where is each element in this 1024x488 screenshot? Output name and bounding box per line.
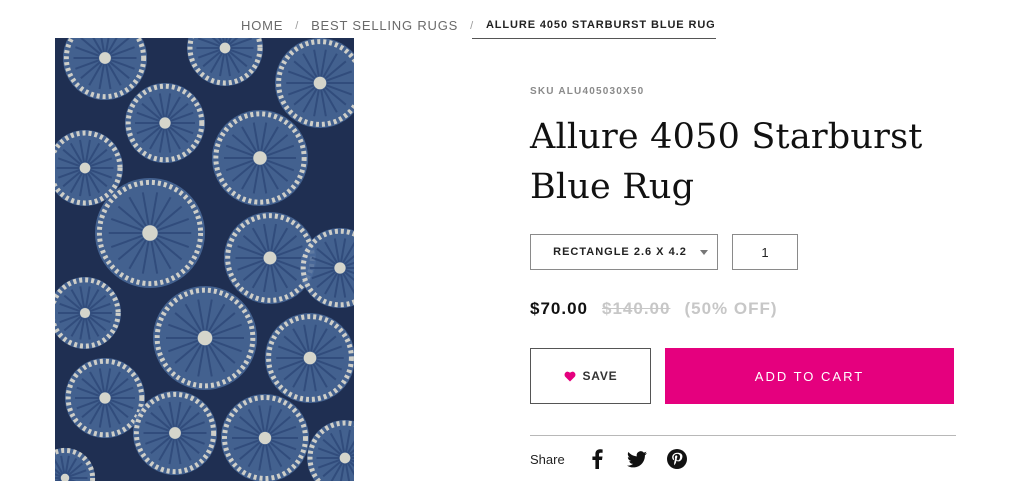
- rug-starburst: [221, 394, 309, 481]
- rug-image-pattern: [55, 38, 354, 481]
- rug-starburst: [55, 277, 121, 349]
- add-to-cart-label: ADD TO CART: [754, 368, 865, 384]
- price-row: $70.00 $140.00 (50% OFF): [530, 299, 778, 319]
- breadcrumb-best-selling-link[interactable]: BEST SELLING RUGS: [311, 18, 458, 33]
- breadcrumb: HOME / BEST SELLING RUGS / ALLURE 4050 S…: [241, 12, 716, 39]
- rug-starburst: [95, 178, 205, 288]
- rug-starburst: [153, 286, 257, 390]
- chevron-down-icon: [700, 250, 708, 255]
- breadcrumb-home-link[interactable]: HOME: [241, 18, 283, 33]
- save-button[interactable]: SAVE: [530, 348, 651, 404]
- rug-starburst: [275, 38, 354, 128]
- breadcrumb-current: ALLURE 4050 STARBURST BLUE RUG: [471, 19, 716, 39]
- facebook-icon[interactable]: [587, 449, 607, 469]
- rug-starburst: [125, 83, 205, 163]
- price-current: $70.00: [530, 299, 588, 318]
- quantity-input[interactable]: [732, 234, 798, 270]
- rug-starburst: [187, 38, 263, 86]
- product-image[interactable]: [55, 38, 354, 481]
- heart-icon: [564, 371, 575, 381]
- price-discount: (50% OFF): [684, 299, 778, 318]
- share-label: Share: [530, 451, 565, 467]
- breadcrumb-separator: /: [295, 19, 300, 32]
- rug-starburst: [55, 447, 96, 481]
- product-title: Allure 4050 Starburst Blue Rug: [530, 117, 923, 207]
- divider: [530, 435, 956, 436]
- rug-starburst: [265, 313, 354, 403]
- save-button-label: SAVE: [582, 369, 618, 383]
- price-original: $140.00: [602, 299, 671, 318]
- rug-starburst: [65, 358, 145, 438]
- rug-starburst: [133, 391, 217, 475]
- share-row: Share: [530, 449, 707, 469]
- rug-starburst: [307, 420, 354, 481]
- twitter-icon[interactable]: [626, 449, 647, 469]
- size-select-value: RECTANGLE 2.6 X 4.2: [553, 246, 687, 258]
- rug-starburst: [63, 38, 147, 100]
- rug-starburst: [212, 110, 308, 206]
- pinterest-icon[interactable]: [666, 449, 687, 469]
- size-select[interactable]: RECTANGLE 2.6 X 4.2: [530, 234, 718, 270]
- add-to-cart-button[interactable]: ADD TO CART: [665, 348, 954, 404]
- product-sku: SKU ALU405030X50: [530, 86, 645, 97]
